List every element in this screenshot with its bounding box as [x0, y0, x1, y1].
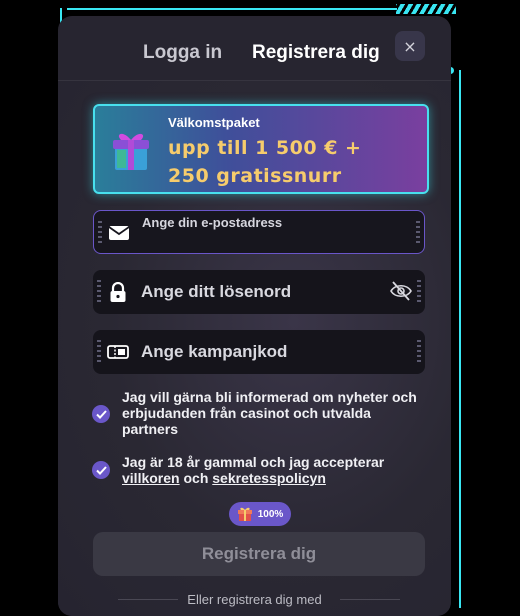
terms-checkbox[interactable]: [92, 461, 110, 479]
register-modal: Logga in Registrera dig × Välkomstpaket …: [58, 16, 451, 616]
lock-icon: [110, 282, 126, 302]
register-button-label: Registrera dig: [201, 544, 317, 563]
mail-icon: [108, 226, 130, 240]
tab-register[interactable]: Registrera dig: [252, 42, 380, 64]
terms-middle: och: [179, 470, 213, 486]
field-grip: [97, 340, 101, 364]
frame-stripes: [396, 4, 456, 14]
check-icon: [95, 409, 107, 419]
email-field[interactable]: Ange din e-postadress: [93, 210, 425, 254]
tab-login[interactable]: Logga in: [143, 42, 222, 64]
marketing-checkbox[interactable]: [92, 405, 110, 423]
password-input[interactable]: Ange ditt lösenord: [141, 282, 291, 302]
marketing-consent-text: Jag vill gärna bli informerad om nyheter…: [122, 389, 417, 437]
gift-icon: [237, 507, 252, 521]
banner-offer: upp till 1 500 € + 250 gratissnurr: [168, 137, 362, 187]
gift-icon: [113, 133, 149, 170]
modal-header: Logga in Registrera dig ×: [58, 16, 451, 81]
close-icon: ×: [403, 36, 417, 56]
close-button[interactable]: ×: [395, 31, 425, 61]
eye-off-icon[interactable]: [389, 280, 413, 302]
field-grip: [416, 221, 420, 245]
field-grip: [417, 340, 421, 364]
field-grip: [98, 221, 102, 245]
bonus-progress-badge: 100%: [229, 502, 291, 526]
field-grip: [417, 280, 421, 304]
welcome-banner: Välkomstpaket upp till 1 500 € + 250 gra…: [93, 104, 429, 194]
ticket-icon: [107, 345, 129, 359]
email-field-label: Ange din e-postadress: [142, 215, 283, 230]
alt-register-text: Eller registrera dig med: [187, 592, 322, 607]
promo-code-field[interactable]: Ange kampanjkod: [93, 330, 425, 374]
field-grip: [97, 280, 101, 304]
terms-consent-text: Jag är 18 år gammal och jag accepterar v…: [122, 454, 422, 486]
promo-code-input[interactable]: Ange kampanjkod: [141, 342, 287, 362]
frame-line-right: [459, 70, 461, 608]
register-button[interactable]: Registrera dig: [93, 532, 425, 576]
privacy-link[interactable]: sekretesspolicyn: [212, 470, 326, 486]
terms-prefix: Jag är 18 år gammal och jag accepterar: [122, 454, 385, 470]
check-icon: [95, 465, 107, 475]
password-field[interactable]: Ange ditt lösenord: [93, 270, 425, 314]
banner-title: Välkomstpaket: [168, 115, 260, 130]
terms-link[interactable]: villkoren: [122, 470, 180, 486]
frame-line-top: [67, 8, 397, 10]
progress-label: 100%: [257, 508, 284, 520]
